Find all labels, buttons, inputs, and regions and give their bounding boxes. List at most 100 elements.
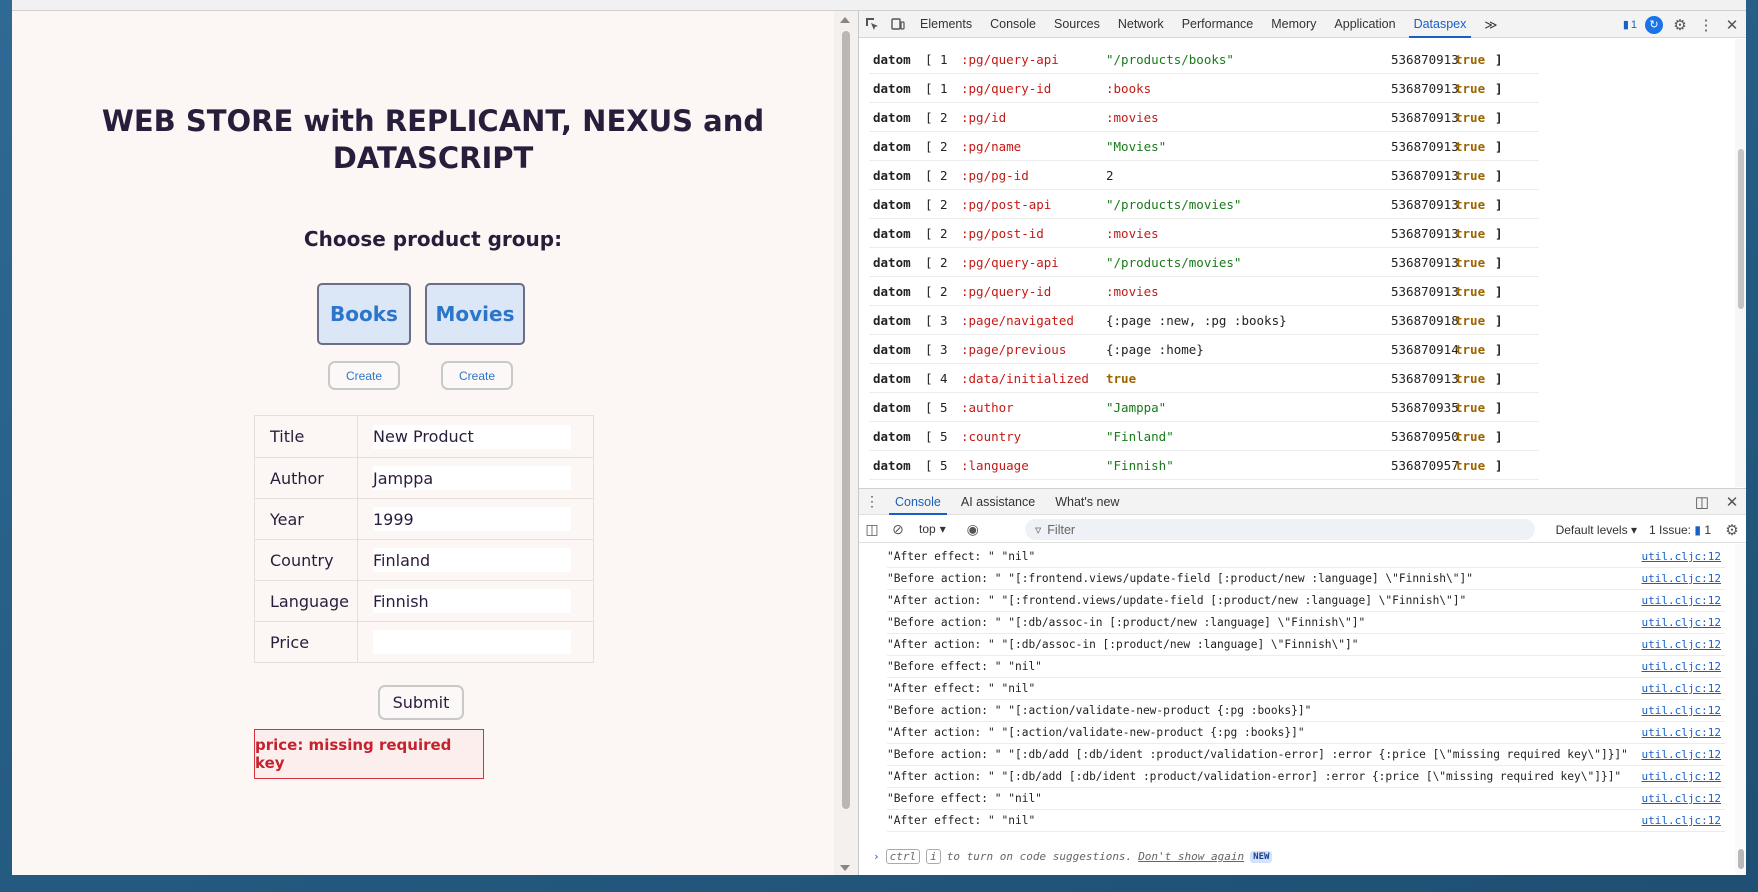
log-source-link[interactable]: util.cljc:12 — [1642, 594, 1721, 607]
console-settings-gear-icon[interactable]: ⚙ — [1723, 521, 1741, 539]
datom-row[interactable]: datom [ 5:country "Finland" 536870950 true] — [869, 422, 1539, 451]
issues-counter[interactable]: 1 Issue: ▮ 1 — [1649, 523, 1711, 537]
close-devtools-icon[interactable]: ✕ — [1723, 16, 1741, 34]
datom-row[interactable]: datom [ 2:pg/name "Movies" 536870913 true] — [869, 132, 1539, 161]
log-source-link[interactable]: util.cljc:12 — [1642, 572, 1721, 585]
tab-dataspex[interactable]: Dataspex — [1405, 11, 1476, 38]
sidebar-toggle-icon[interactable]: ◫ — [859, 516, 885, 542]
log-source-link[interactable]: util.cljc:12 — [1642, 616, 1721, 629]
drawer-tab-whats-new[interactable]: What's new — [1045, 489, 1129, 515]
author-input[interactable]: Jamppa — [373, 466, 571, 490]
console-drawer-bar: ⋮ Console AI assistance What's new ◫ ✕ — [859, 488, 1746, 515]
drawer-tab-ai-assistance[interactable]: AI assistance — [951, 489, 1045, 515]
datom-close-bracket: ] — [1495, 52, 1503, 67]
tab-performance[interactable]: Performance — [1173, 11, 1263, 38]
datom-value: "/products/movies" — [1106, 255, 1242, 270]
settings-gear-icon[interactable]: ⚙ — [1671, 16, 1689, 34]
customize-icon[interactable]: ↻ — [1645, 15, 1663, 34]
datom-row[interactable]: datom [ 3:page/navigated {:page :new, :pg … — [869, 306, 1539, 335]
datom-row[interactable]: datom[ 5:title"New Product"536870929true… — [869, 480, 1539, 487]
drawer-menu-icon[interactable]: ⋮ — [859, 489, 885, 515]
datom-entity: [ 1 — [925, 81, 948, 96]
tab-sources[interactable]: Sources — [1045, 11, 1109, 38]
console-log-entry: "Before action: " "[:db/add [:db/ident :… — [887, 744, 1725, 766]
log-source-link[interactable]: util.cljc:12 — [1642, 704, 1721, 717]
kbd-i: i — [926, 849, 941, 864]
log-source-link[interactable]: util.cljc:12 — [1642, 682, 1721, 695]
datom-row[interactable]: datom [ 2:pg/post-id:movies 536870913 true] — [869, 219, 1539, 248]
datom-added: true — [1455, 284, 1486, 299]
datom-row[interactable]: datom [ 2:pg/id:movies 536870913 true] — [869, 103, 1539, 132]
year-input[interactable]: 1999 — [373, 507, 571, 531]
submit-button[interactable]: Submit — [378, 685, 464, 720]
dock-side-icon[interactable]: ◫ — [1693, 493, 1711, 511]
log-source-link[interactable]: util.cljc:12 — [1642, 638, 1721, 651]
page-scroll-thumb[interactable] — [842, 31, 850, 809]
datom-row[interactable]: datom [ 5:language "Finnish" 536870957 true] — [869, 451, 1539, 480]
create-books-button[interactable]: Create — [328, 361, 400, 390]
dont-show-again-link[interactable]: Don't show again — [1138, 850, 1244, 863]
inspect-element-icon[interactable] — [859, 11, 885, 37]
datom-list-scrollbar[interactable] — [1735, 39, 1746, 487]
tab-elements[interactable]: Elements — [911, 11, 981, 38]
console-prompt[interactable]: › ctrl i to turn on code suggestions. Do… — [873, 849, 1273, 864]
more-tabs-icon[interactable]: ≫ — [1475, 11, 1506, 38]
tab-network[interactable]: Network — [1109, 11, 1173, 38]
datom-entity: [ 2 — [925, 110, 948, 125]
country-input[interactable]: Finland — [373, 548, 571, 572]
datom-row[interactable]: datom [ 1:pg/query-api "/products/books" 53… — [869, 45, 1539, 74]
datom-scroll-thumb[interactable] — [1738, 149, 1744, 309]
datom-added: true — [1455, 52, 1486, 67]
tab-application[interactable]: Application — [1325, 11, 1404, 38]
datom-row[interactable]: datom [ 3:page/previous {:page :home} 53687… — [869, 335, 1539, 364]
log-source-link[interactable]: util.cljc:12 — [1642, 770, 1721, 783]
datom-tx: 536870957 — [1391, 458, 1459, 473]
log-source-link[interactable]: util.cljc:12 — [1642, 550, 1721, 563]
console-scrollbar[interactable] — [1735, 544, 1746, 875]
language-input[interactable]: Finnish — [373, 589, 571, 613]
datom-tx: 536870913 — [1391, 226, 1459, 241]
close-drawer-icon[interactable]: ✕ — [1723, 493, 1741, 511]
create-movies-button[interactable]: Create — [441, 361, 513, 390]
datom-attribute: :pg/post-id — [961, 226, 1044, 241]
datom-row[interactable]: datom [ 2:pg/post-api "/products/movies" 53… — [869, 190, 1539, 219]
log-source-link[interactable]: util.cljc:12 — [1642, 748, 1721, 761]
messages-badge[interactable]: ▮ 1 — [1623, 18, 1637, 32]
drawer-tab-console[interactable]: Console — [885, 489, 951, 515]
log-levels-dropdown[interactable]: Default levels ▾ — [1556, 523, 1637, 537]
datom-row[interactable]: datom [ 2:pg/query-id:movies 536870913 true… — [869, 277, 1539, 306]
datom-row[interactable]: datom [ 5:author "Jamppa" 536870935 true] — [869, 393, 1539, 422]
datom-row[interactable]: datom [ 1:pg/query-id:books 536870913 true] — [869, 74, 1539, 103]
price-input[interactable] — [373, 630, 571, 654]
form-row-author: Author Jamppa — [255, 457, 593, 498]
page-scrollbar[interactable] — [834, 11, 858, 875]
live-expression-eye-icon[interactable]: ◉ — [960, 516, 986, 542]
form-label: Title — [255, 416, 358, 457]
device-toolbar-icon[interactable] — [885, 11, 911, 37]
books-group-button[interactable]: Books — [317, 283, 411, 345]
datom-keyword: datom — [873, 284, 911, 299]
log-source-link[interactable]: util.cljc:12 — [1642, 726, 1721, 739]
more-options-icon[interactable]: ⋮ — [1697, 16, 1715, 34]
scroll-up-arrow-icon[interactable] — [840, 17, 850, 23]
log-levels-value: Default levels — [1555, 522, 1628, 537]
log-source-link[interactable]: util.cljc:12 — [1642, 792, 1721, 805]
kbd-ctrl: ctrl — [885, 849, 921, 864]
scroll-down-arrow-icon[interactable] — [840, 865, 850, 871]
datom-row[interactable]: datom [ 2:pg/query-api "/products/movies" 5… — [869, 248, 1539, 277]
context-selector[interactable]: top ▾ — [919, 522, 946, 536]
datom-keyword: datom — [873, 371, 911, 386]
log-source-link[interactable]: util.cljc:12 — [1642, 814, 1721, 827]
log-source-link[interactable]: util.cljc:12 — [1642, 660, 1721, 673]
movies-group-button[interactable]: Movies — [425, 283, 525, 345]
datom-row[interactable]: datom[ 4:data/initialized true 536870913 tr… — [869, 364, 1539, 393]
console-scroll-thumb[interactable] — [1738, 849, 1744, 869]
clear-console-icon[interactable]: ⊘ — [885, 516, 911, 542]
tab-memory[interactable]: Memory — [1262, 11, 1325, 38]
page-title: WEB STORE with REPLICANT, NEXUS and DATA… — [101, 104, 765, 175]
tab-console[interactable]: Console — [981, 11, 1045, 38]
datom-tx: 536870918 — [1391, 313, 1459, 328]
console-filter-input[interactable]: ▿ Filter — [1025, 519, 1535, 540]
title-input[interactable]: New Product — [373, 424, 571, 449]
datom-row[interactable]: datom [ 2:pg/pg-id 2 536870913 true] — [869, 161, 1539, 190]
